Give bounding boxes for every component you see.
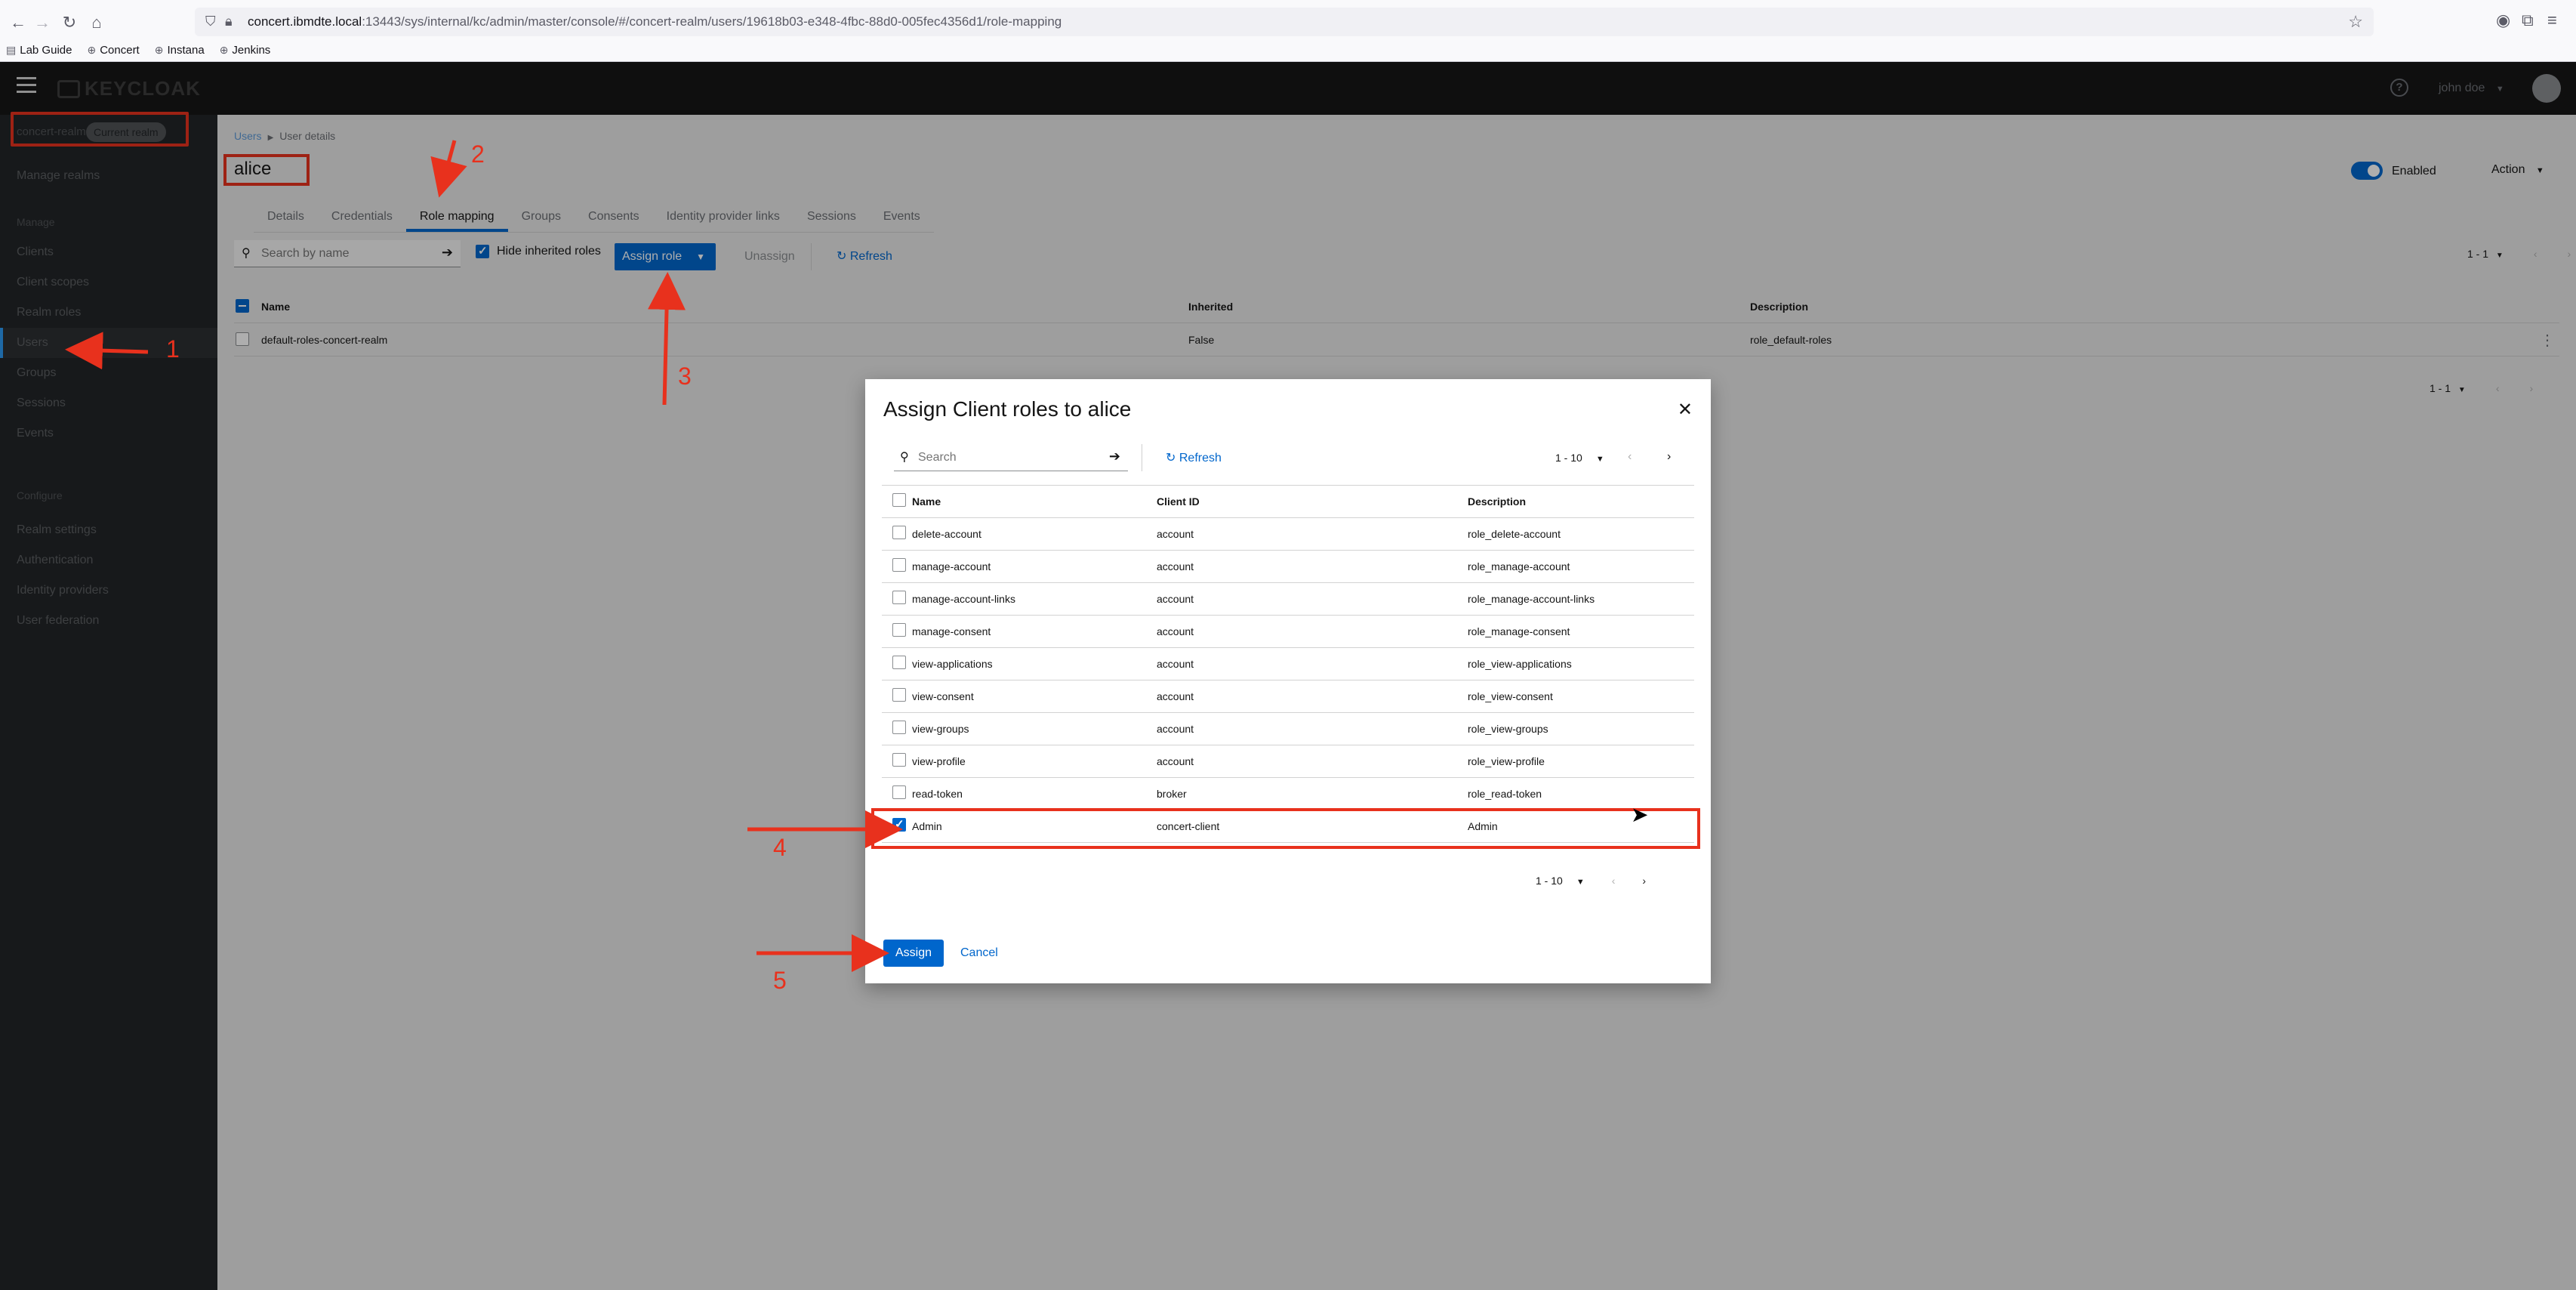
role-name: manage-account-links xyxy=(912,593,1015,605)
row-checkbox[interactable] xyxy=(892,785,906,799)
back-icon[interactable]: ← xyxy=(6,11,30,35)
modal-title: Assign Client roles to alice xyxy=(883,397,1132,421)
client-id: account xyxy=(1157,528,1194,540)
globe-icon: ⊕ xyxy=(87,43,97,56)
row-checkbox[interactable] xyxy=(892,753,906,767)
table-row: delete-account account role_delete-account xyxy=(882,518,1694,551)
role-description: role_delete-account xyxy=(1468,528,1561,540)
mouse-cursor-icon: ➤ xyxy=(1631,803,1649,826)
row-checkbox[interactable] xyxy=(892,688,906,702)
client-id: account xyxy=(1157,625,1194,637)
forward-icon[interactable]: → xyxy=(30,11,54,35)
modal-pagination-bottom[interactable]: 1 - 10 ▼ ‹ › xyxy=(1536,875,1646,887)
modal-pagination-top[interactable]: 1 - 10 ▼ xyxy=(1555,452,1604,464)
modal-search: ⚲ ➔ xyxy=(894,444,1128,471)
account-icon[interactable]: ◉ xyxy=(2496,11,2510,30)
role-description: role_manage-account xyxy=(1468,560,1570,572)
table-row: read-token broker role_read-token xyxy=(882,778,1694,810)
url-text: concert.ibmdte.local:13443/sys/internal/… xyxy=(248,14,1062,29)
row-checkbox[interactable] xyxy=(892,623,906,637)
arrow-right-icon[interactable]: ➔ xyxy=(1109,449,1120,464)
row-checkbox[interactable] xyxy=(892,526,906,539)
role-description: role_view-profile xyxy=(1468,755,1545,767)
caret-down-icon: ▼ xyxy=(1595,455,1604,464)
bookmark-instana[interactable]: ⊕ Instana xyxy=(155,41,205,59)
table-row: manage-account-links account role_manage-a… xyxy=(882,583,1694,616)
shield-icon: ⛉ xyxy=(205,14,216,29)
table-row: view-applications account role_view-applic… xyxy=(882,648,1694,680)
bookmarks-bar: ▤ Lab Guide ⊕ Concert ⊕ Instana ⊕ Jenkins xyxy=(6,41,270,59)
chevron-left-icon[interactable]: ‹ xyxy=(1628,450,1632,464)
chevron-right-icon[interactable]: › xyxy=(1667,450,1671,464)
bookmark-concert[interactable]: ⊕ Concert xyxy=(87,41,139,59)
modal-table-header: Name Client ID Description xyxy=(882,485,1694,518)
role-name: delete-account xyxy=(912,528,981,540)
globe-icon: ⊕ xyxy=(219,43,229,56)
client-id: account xyxy=(1157,755,1194,767)
lock-icon: 🔒︎ xyxy=(225,14,233,29)
role-description: role_view-groups xyxy=(1468,723,1548,735)
table-row: view-groups account role_view-groups xyxy=(882,713,1694,745)
role-description: role_view-applications xyxy=(1468,658,1572,670)
step-1-label: 1 xyxy=(166,335,180,363)
step-5-label: 5 xyxy=(773,967,787,994)
table-row: manage-account account role_manage-account xyxy=(882,551,1694,583)
client-id: broker xyxy=(1157,788,1187,800)
home-icon[interactable]: ⌂ xyxy=(85,11,109,35)
role-description: role_view-consent xyxy=(1468,690,1553,702)
client-id: account xyxy=(1157,560,1194,572)
table-row: manage-consent account role_manage-consent xyxy=(882,616,1694,648)
role-name: view-consent xyxy=(912,690,974,702)
modal-refresh-button[interactable]: ↻ Refresh xyxy=(1166,450,1222,465)
reload-icon[interactable]: ↻ xyxy=(57,11,82,35)
annotation-box-admin-row xyxy=(871,808,1700,849)
client-id: account xyxy=(1157,723,1194,735)
bookmark-star-icon[interactable]: ☆ xyxy=(2348,12,2363,32)
row-checkbox[interactable] xyxy=(892,558,906,572)
table-row: view-consent account role_view-consent xyxy=(882,680,1694,713)
row-checkbox[interactable] xyxy=(892,656,906,669)
client-id: account xyxy=(1157,658,1194,670)
client-id: account xyxy=(1157,690,1194,702)
role-name: manage-consent xyxy=(912,625,991,637)
assign-roles-modal: Assign Client roles to alice ✕ ⚲ ➔ ↻ Ref… xyxy=(865,379,1711,983)
step-2-label: 2 xyxy=(471,140,485,168)
search-icon: ⚲ xyxy=(900,451,909,464)
menu-icon[interactable]: ≡ xyxy=(2547,11,2557,30)
table-row: view-profile account role_view-profile xyxy=(882,745,1694,778)
role-name: view-applications xyxy=(912,658,993,670)
role-description: role_manage-consent xyxy=(1468,625,1570,637)
address-bar[interactable]: ⛉ 🔒︎ concert.ibmdte.local:13443/sys/inte… xyxy=(195,8,2374,36)
cancel-button[interactable]: Cancel xyxy=(960,940,998,967)
close-icon[interactable]: ✕ xyxy=(1678,399,1693,421)
folder-icon: ▤ xyxy=(6,43,17,56)
bookmark-lab-guide[interactable]: ▤ Lab Guide xyxy=(6,41,72,59)
role-description: role_read-token xyxy=(1468,788,1542,800)
refresh-icon: ↻ xyxy=(1166,452,1179,464)
step-4-label: 4 xyxy=(773,834,787,861)
role-name: view-profile xyxy=(912,755,966,767)
select-all-checkbox[interactable] xyxy=(892,493,906,507)
assign-button[interactable]: Assign xyxy=(883,940,944,967)
modal-search-input[interactable] xyxy=(918,449,1084,467)
role-name: read-token xyxy=(912,788,963,800)
extensions-icon[interactable]: ⧉ xyxy=(2522,11,2534,30)
client-id: account xyxy=(1157,593,1194,605)
row-checkbox[interactable] xyxy=(892,591,906,604)
role-description: role_manage-account-links xyxy=(1468,593,1595,605)
role-name: manage-account xyxy=(912,560,991,572)
role-name: view-groups xyxy=(912,723,969,735)
globe-icon: ⊕ xyxy=(154,43,164,56)
bookmark-jenkins[interactable]: ⊕ Jenkins xyxy=(220,41,271,59)
row-checkbox[interactable] xyxy=(892,721,906,734)
browser-toolbar: ← → ↻ ⌂ ⛉ 🔒︎ concert.ibmdte.local:13443/… xyxy=(0,0,2576,62)
step-3-label: 3 xyxy=(678,363,692,390)
